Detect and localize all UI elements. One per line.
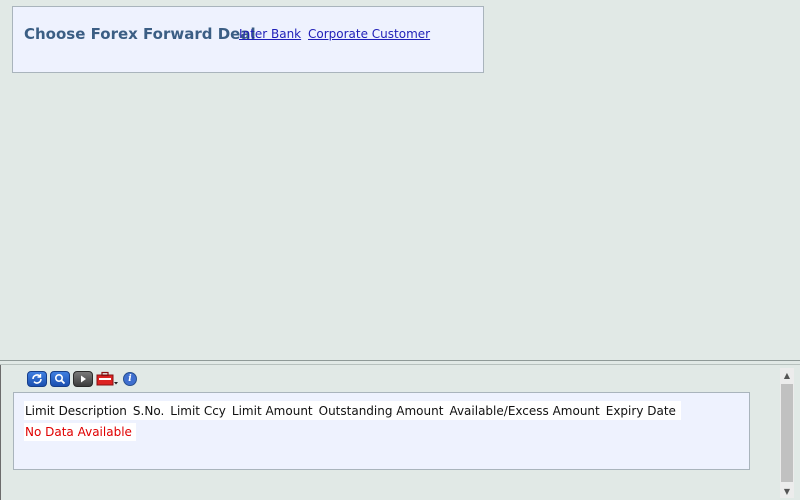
column-header-outstanding-amount[interactable]: Outstanding Amount <box>318 404 449 418</box>
scrollbar-thumb[interactable] <box>781 384 793 482</box>
info-icon[interactable]: i <box>123 372 137 386</box>
toolbox-icon[interactable] <box>96 371 120 387</box>
grid-toolbar: i <box>27 370 137 388</box>
limits-grid: Limit Description S.No. Limit Ccy Limit … <box>13 392 750 470</box>
column-header-sno[interactable]: S.No. <box>132 404 169 418</box>
next-icon[interactable] <box>73 371 93 387</box>
deal-selection-panel: Choose Forex Forward Deal Inter Bank Cor… <box>12 6 484 73</box>
column-header-limit-ccy[interactable]: Limit Ccy <box>169 404 231 418</box>
vertical-scrollbar[interactable]: ▲ ▼ <box>780 368 794 498</box>
refresh-icon[interactable] <box>27 371 47 387</box>
scroll-down-icon[interactable]: ▼ <box>780 484 794 498</box>
column-header-expiry-date[interactable]: Expiry Date <box>605 404 681 418</box>
empty-message: No Data Available <box>24 423 136 441</box>
corporate-customer-link[interactable]: Corporate Customer <box>308 27 430 41</box>
column-header-available-excess-amount[interactable]: Available/Excess Amount <box>448 404 604 418</box>
column-header-limit-amount[interactable]: Limit Amount <box>231 404 318 418</box>
grid-header-row: Limit Description S.No. Limit Ccy Limit … <box>24 401 681 420</box>
column-header-limit-description[interactable]: Limit Description <box>24 404 132 418</box>
scroll-up-icon[interactable]: ▲ <box>780 368 794 382</box>
limits-frame: i Limit Description S.No. Limit Ccy Limi… <box>0 365 800 500</box>
page-title: Choose Forex Forward Deal <box>24 25 256 43</box>
search-icon[interactable] <box>50 371 70 387</box>
inter-bank-link[interactable]: Inter Bank <box>239 27 301 41</box>
